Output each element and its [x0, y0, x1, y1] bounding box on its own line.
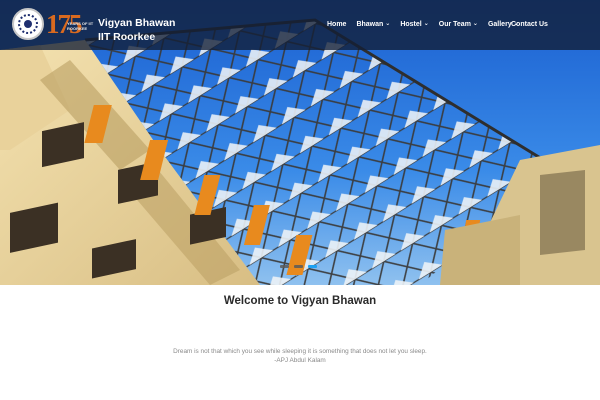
quote-author: -APJ Abdul Kalam	[274, 357, 326, 364]
nav-label: Our Team	[438, 21, 471, 28]
anniversary-text: YEARS OF IIT ROORKEE	[67, 21, 94, 31]
main-nav: Home Bhawan ⌄ Hostel ⌄ Our Team ⌄ Gallery ⌄	[327, 21, 519, 28]
welcome-heading: Welcome to Vigyan Bhawan	[223, 295, 377, 307]
nav-label: Hostel	[400, 21, 422, 28]
nav-home[interactable]: Home	[327, 21, 346, 28]
chevron-down-icon: ⌄	[472, 21, 478, 27]
nav-label: Contact Us	[511, 21, 548, 28]
nav-contact-us[interactable]: Contact Us	[511, 21, 548, 28]
institute-emblem-icon[interactable]	[12, 8, 44, 40]
slider-dot[interactable]	[280, 265, 289, 268]
brand-title: Vigyan Bhawan	[98, 17, 176, 29]
nav-label: Bhawan	[356, 21, 384, 28]
slider-dot-active[interactable]	[308, 265, 317, 268]
nav-hostel[interactable]: Hostel ⌄	[400, 21, 428, 28]
nav-our-team[interactable]: Our Team ⌄	[439, 21, 478, 28]
nav-label: Home	[327, 21, 347, 28]
chevron-down-icon: ⌄	[385, 21, 391, 27]
hero-banner: 175 YEARS OF IIT ROORKEE Vigyan Bhawan I…	[0, 0, 600, 285]
nav-label: Gallery	[487, 21, 512, 28]
quote-block: Dream is not that which you see while sl…	[0, 347, 600, 365]
top-navbar: 175 YEARS OF IIT ROORKEE Vigyan Bhawan I…	[0, 0, 600, 50]
nav-bhawan[interactable]: Bhawan ⌄	[356, 21, 390, 28]
site-brand[interactable]: Vigyan Bhawan IIT Roorkee	[98, 16, 175, 44]
quote-text: Dream is not that which you see while sl…	[173, 348, 427, 355]
chevron-down-icon: ⌄	[423, 21, 429, 27]
slider-pagination	[280, 265, 317, 268]
brand-subtitle: IIT Roorkee	[98, 31, 156, 43]
anniversary-logo: 175 YEARS OF IIT ROORKEE	[46, 9, 94, 41]
slider-dot[interactable]	[294, 265, 303, 268]
